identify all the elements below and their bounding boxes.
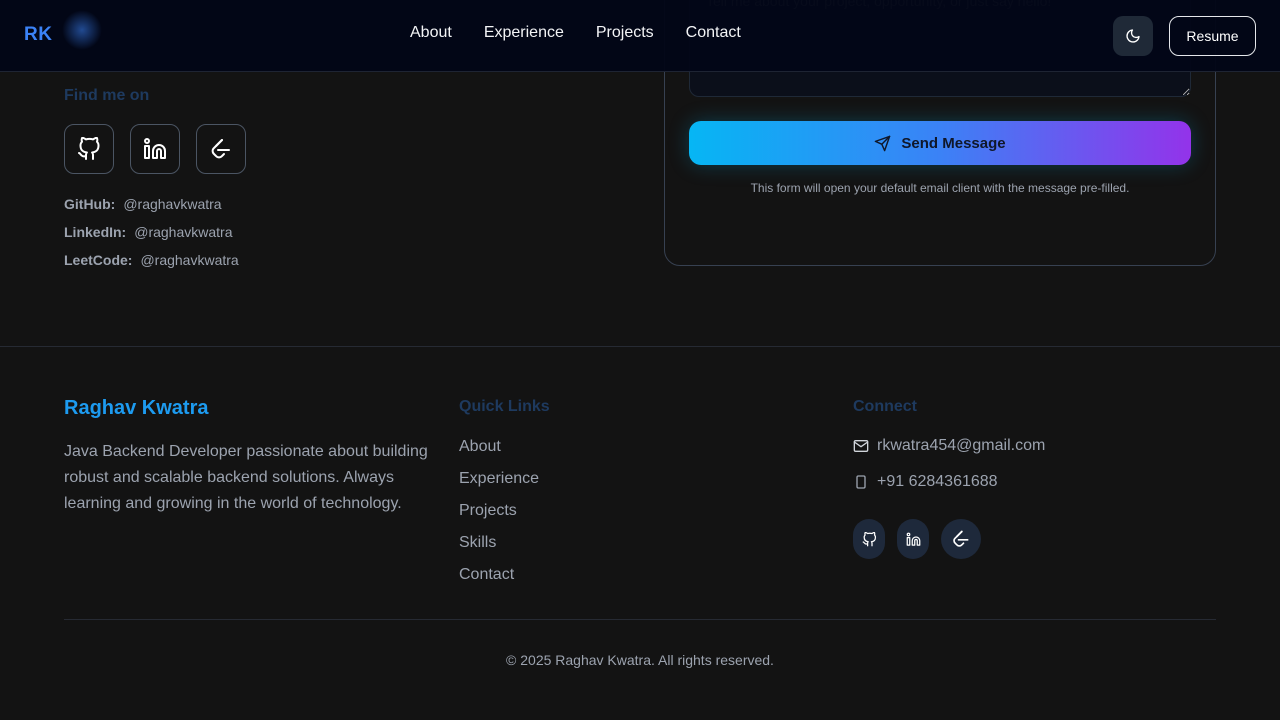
nav-link-experience[interactable]: Experience — [468, 24, 580, 42]
footer-leetcode-link[interactable] — [941, 519, 981, 559]
github-handle-value: @raghavkwatra — [123, 196, 222, 212]
nav-link-contact[interactable]: Contact — [670, 24, 757, 42]
nav-link-about[interactable]: About — [394, 24, 468, 42]
linkedin-icon — [143, 137, 167, 161]
github-handle: GitHub: @raghavkwatra — [64, 190, 239, 218]
moon-icon — [1125, 28, 1141, 44]
linkedin-handle: LinkedIn: @raghavkwatra — [64, 218, 239, 246]
footer-brand: Raghav Kwatra — [64, 397, 209, 419]
linkedin-icon — [906, 532, 921, 547]
connect-title: Connect — [853, 398, 917, 415]
quick-link-contact[interactable]: Contact — [459, 563, 539, 595]
social-handles: GitHub: @raghavkwatra LinkedIn: @raghavk… — [64, 190, 239, 274]
github-icon — [862, 531, 877, 547]
footer-social-row — [853, 519, 981, 559]
nav-links: About Experience Projects Contact — [394, 24, 757, 42]
footer-linkedin-link[interactable] — [897, 519, 929, 559]
form-note: This form will open your default email c… — [750, 181, 1130, 195]
quick-link-skills[interactable]: Skills — [459, 531, 539, 563]
copyright: © 2025 Raghav Kwatra. All rights reserve… — [506, 652, 774, 668]
footer-email[interactable]: rkwatra454@gmail.com — [853, 437, 1045, 455]
send-icon — [874, 135, 891, 152]
footer-phone-text: +91 6284361688 — [877, 473, 998, 490]
theme-toggle-button[interactable] — [1113, 16, 1153, 56]
glow-decoration — [62, 10, 102, 50]
nav-link-projects[interactable]: Projects — [580, 24, 670, 42]
github-link[interactable] — [64, 124, 114, 174]
footer-phone[interactable]: +91 6284361688 — [853, 473, 998, 491]
send-message-label: Send Message — [901, 134, 1006, 152]
logo[interactable]: RK — [24, 24, 52, 46]
linkedin-link[interactable] — [130, 124, 180, 174]
quick-link-projects[interactable]: Projects — [459, 499, 539, 531]
contact-social-row — [64, 124, 246, 174]
leetcode-handle-key: LeetCode: — [64, 252, 133, 268]
leetcode-link[interactable] — [196, 124, 246, 174]
find-me-label: Find me on — [64, 87, 150, 104]
github-handle-key: GitHub: — [64, 196, 116, 212]
footer-email-text: rkwatra454@gmail.com — [877, 437, 1046, 454]
footer-github-link[interactable] — [853, 519, 885, 559]
linkedin-handle-value: @raghavkwatra — [134, 224, 233, 240]
leetcode-icon — [951, 529, 971, 549]
quick-link-experience[interactable]: Experience — [459, 467, 539, 499]
github-icon — [77, 137, 101, 161]
mail-icon — [853, 438, 869, 454]
footer-description: Java Backend Developer passionate about … — [64, 443, 428, 512]
linkedin-handle-key: LinkedIn: — [64, 224, 127, 240]
phone-icon — [853, 474, 869, 490]
leetcode-handle: LeetCode: @raghavkwatra — [64, 246, 239, 274]
send-message-button[interactable]: Send Message — [689, 121, 1191, 165]
leetcode-icon — [209, 137, 233, 161]
leetcode-handle-value: @raghavkwatra — [140, 252, 239, 268]
quick-links: About Experience Projects Skills Contact — [459, 435, 539, 595]
quick-links-title: Quick Links — [459, 398, 550, 415]
resume-button[interactable]: Resume — [1169, 16, 1256, 56]
navbar: RK About Experience Projects Contact Res… — [0, 0, 1280, 72]
footer-divider — [0, 346, 1280, 347]
quick-link-about[interactable]: About — [459, 435, 539, 467]
bottom-divider — [64, 619, 1216, 620]
